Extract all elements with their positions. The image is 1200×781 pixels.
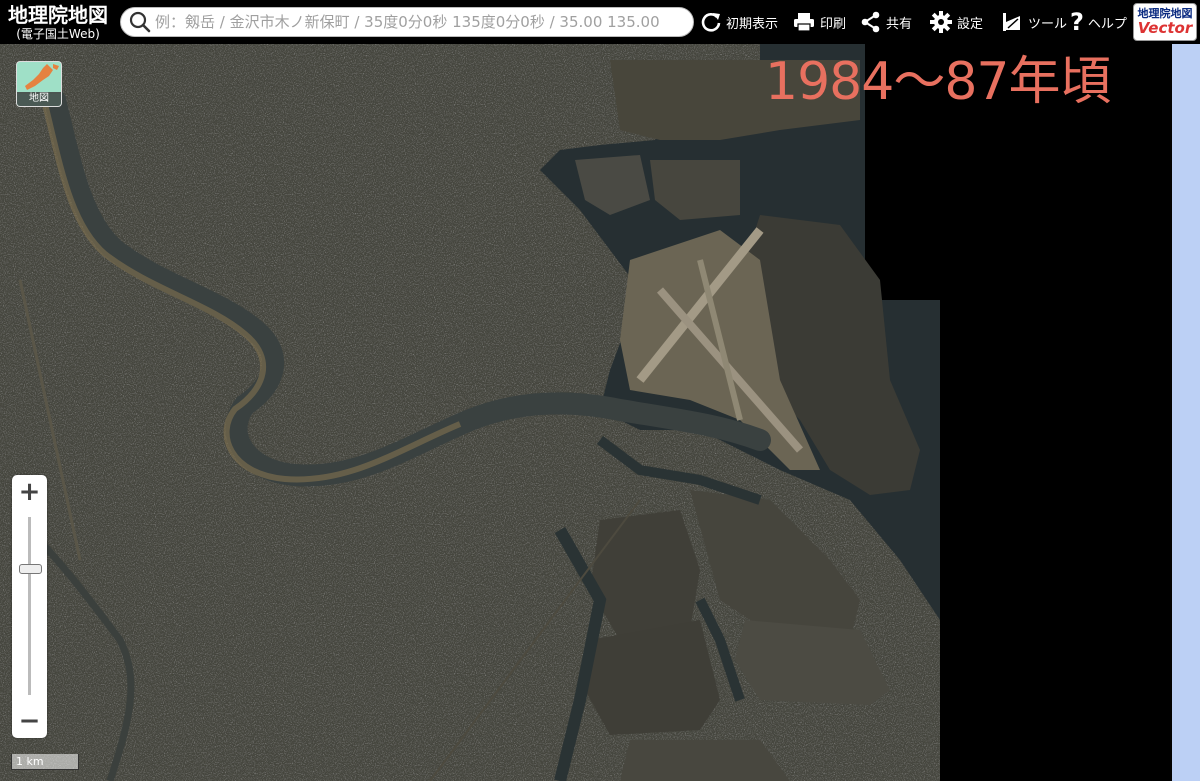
tools-button[interactable]: ツール	[1000, 0, 1067, 44]
zoom-in-button[interactable]: +	[12, 475, 47, 509]
share-button[interactable]: 共有	[860, 0, 912, 44]
reset-view-button[interactable]: 初期表示	[700, 0, 778, 44]
share-label: 共有	[886, 16, 913, 32]
map-canvas[interactable]: 地図 1984～87年頃 + − 1 km	[0, 44, 1200, 781]
search-box	[120, 7, 694, 37]
aerial-photo-layer	[0, 44, 1200, 781]
printer-icon	[792, 11, 816, 33]
print-button[interactable]: 印刷	[792, 0, 846, 44]
industrial-pier-3	[585, 620, 720, 735]
scale-bar: 1 km	[11, 754, 79, 770]
logo-bottom-text: Vector	[1137, 19, 1193, 37]
zoom-control: + −	[12, 475, 47, 738]
overlay-year-title: 1984～87年頃	[765, 52, 1112, 112]
print-label: 印刷	[820, 16, 847, 32]
tools-icon	[1000, 10, 1024, 34]
help-button[interactable]: ? ヘルプ	[1070, 0, 1127, 44]
zoom-slider-track[interactable]	[28, 517, 31, 695]
reset-view-label: 初期表示	[726, 16, 779, 32]
brand-sub-text: (電子国土Web)	[16, 26, 100, 41]
basemap-selector-button[interactable]: 地図	[16, 61, 62, 107]
basemap-label: 地図	[17, 92, 61, 106]
help-label: ヘルプ	[1087, 16, 1127, 32]
vector-map-logo[interactable]: 地理院地図 Vector	[1133, 3, 1197, 41]
brand-main-text: 地理院地図	[8, 2, 108, 27]
gear-icon	[929, 10, 953, 34]
share-icon	[860, 11, 882, 33]
japan-map-icon	[17, 62, 61, 94]
refresh-icon	[700, 11, 722, 33]
app-header: 地理院地図 (電子国土Web) 初期表示 印刷 共有 設定	[0, 0, 1200, 44]
question-mark-icon: ?	[1070, 8, 1084, 36]
search-icon[interactable]	[125, 8, 155, 36]
map-edge-strip	[1172, 44, 1200, 781]
zoom-slider-thumb[interactable]	[19, 564, 42, 574]
zoom-out-button[interactable]: −	[12, 704, 47, 738]
logo-top-text: 地理院地図	[1137, 7, 1193, 20]
settings-button[interactable]: 設定	[929, 0, 983, 44]
tools-label: ツール	[1028, 16, 1068, 32]
industrial-pier-5	[620, 740, 790, 781]
brand-title[interactable]: 地理院地図 (電子国土Web)	[0, 0, 116, 44]
search-input[interactable]	[155, 13, 693, 31]
settings-label: 設定	[957, 16, 984, 32]
